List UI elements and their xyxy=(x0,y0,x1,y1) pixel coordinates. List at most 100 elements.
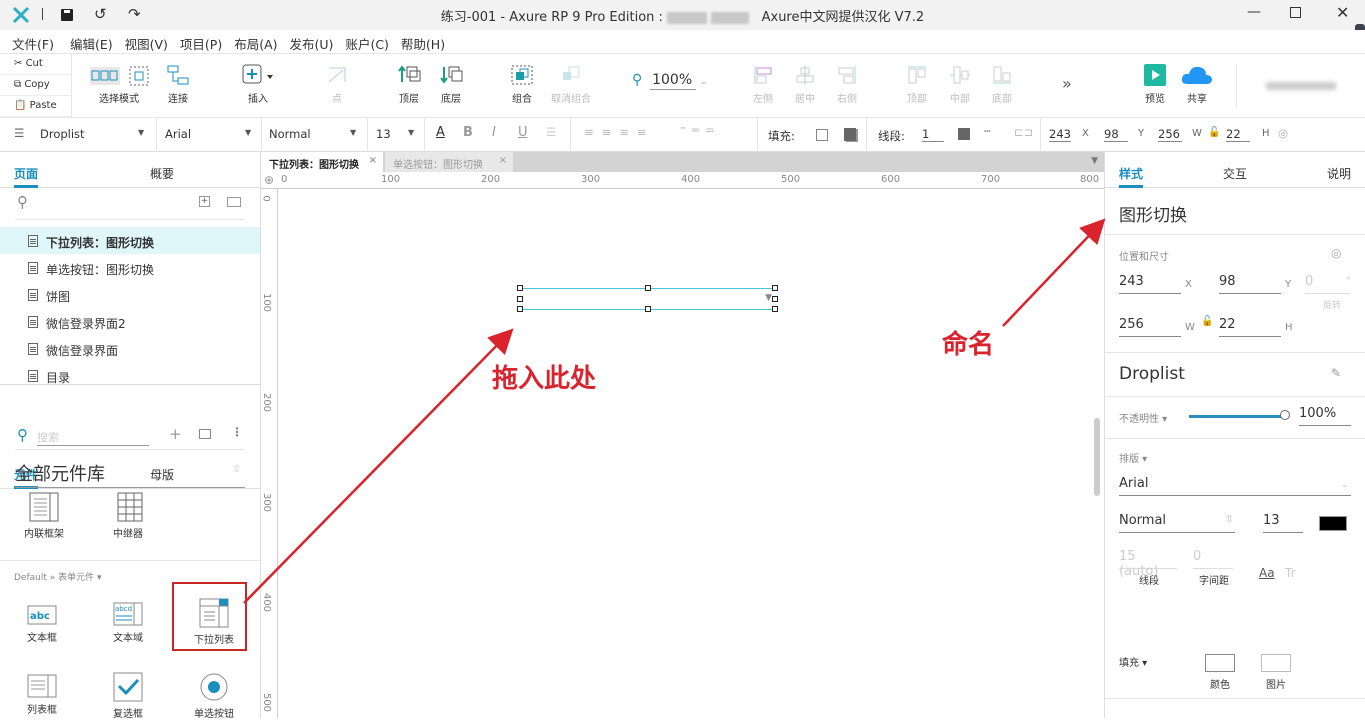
text-color-swatch[interactable] xyxy=(1319,516,1347,531)
widget-list-box[interactable]: 列表框 xyxy=(2,674,82,716)
letter-spacing-field[interactable]: 0 xyxy=(1193,549,1233,569)
close-tab-icon[interactable]: × xyxy=(499,155,507,166)
x-input[interactable]: 243 xyxy=(1049,127,1071,142)
widget-inline-frame[interactable]: 内联框架 xyxy=(4,492,84,540)
copy-button[interactable]: ⧉ Copy xyxy=(0,75,72,96)
visibility-icon[interactable]: ◎ xyxy=(1278,126,1288,140)
fill-menu[interactable]: 填充 ▾ xyxy=(1119,654,1147,669)
paste-button[interactable]: 📋 Paste xyxy=(0,96,72,117)
resize-handle[interactable] xyxy=(517,296,523,302)
typography-menu[interactable]: 排版 ▾ xyxy=(1119,450,1147,465)
align-bottom-button[interactable]: 底部 xyxy=(985,60,1019,105)
resize-handle[interactable] xyxy=(772,296,778,302)
font-color-icon[interactable]: A xyxy=(436,125,445,140)
underline-icon[interactable]: U xyxy=(518,125,528,140)
align-top-button[interactable]: 顶部 xyxy=(900,60,934,105)
fill-image-swatch[interactable] xyxy=(1261,654,1291,672)
resize-handle[interactable] xyxy=(517,285,523,291)
line-height-field[interactable]: 15 (auto) xyxy=(1119,549,1177,579)
tabs-dropdown-icon[interactable]: ▼ xyxy=(1091,156,1098,166)
align-right-button[interactable]: 右侧 xyxy=(830,60,864,105)
x-field[interactable]: 243 xyxy=(1119,274,1181,294)
lock-icon[interactable]: 🔓 xyxy=(1201,316,1213,327)
add-page-icon[interactable]: + xyxy=(199,196,210,207)
italic-icon[interactable]: I xyxy=(492,125,496,140)
size-field[interactable]: 13 xyxy=(1263,513,1303,533)
text-transform-icon[interactable]: Tr xyxy=(1285,566,1296,580)
vertical-align-icons[interactable]: ⁼═= xyxy=(680,123,721,137)
h-input[interactable]: 22 xyxy=(1226,127,1250,142)
close-tab-icon[interactable]: × xyxy=(369,155,377,166)
visibility-icon[interactable]: ◎ xyxy=(1331,246,1341,260)
tab-outline[interactable]: 概要 xyxy=(150,165,174,182)
page-item[interactable]: 饼图 xyxy=(0,281,260,308)
align-center-button[interactable]: 居中 xyxy=(788,60,822,105)
opacity-field[interactable]: 100% xyxy=(1299,406,1351,426)
group-button[interactable]: 组合 xyxy=(505,60,539,105)
text-align-icons[interactable]: ≡≡≡≡ xyxy=(584,125,655,139)
widget-repeater[interactable]: 中继器 xyxy=(88,492,168,540)
design-canvas[interactable] xyxy=(278,189,1104,718)
tab-notes[interactable]: 说明 xyxy=(1327,165,1351,182)
select-mode-button[interactable]: 选择模式 xyxy=(82,60,156,105)
resize-handle[interactable] xyxy=(645,306,651,312)
connect-button[interactable]: 连接 xyxy=(160,60,196,105)
preview-button[interactable]: 预览 xyxy=(1138,60,1172,105)
stroke-width-input[interactable]: 1 xyxy=(922,127,944,142)
cut-button[interactable]: ✂ Cut xyxy=(0,54,72,75)
add-library-icon[interactable]: + xyxy=(169,425,182,443)
menu-file[interactable]: 文件(F) xyxy=(0,30,62,53)
arrow-style-icon[interactable]: ⊏⊐ xyxy=(1014,125,1033,139)
resize-handle[interactable] xyxy=(517,306,523,312)
weight-select[interactable]: Normal xyxy=(1119,513,1235,533)
ungroup-button[interactable]: 取消组合 xyxy=(548,60,594,105)
y-field[interactable]: 98 xyxy=(1219,274,1281,294)
shadow-swatch[interactable] xyxy=(844,128,856,141)
fill-color-swatch[interactable] xyxy=(1205,654,1235,672)
menu-help[interactable]: 帮助(H) xyxy=(397,30,453,53)
menu-account[interactable]: 账户(C) xyxy=(341,30,396,53)
library-select[interactable]: 全部元件库 ⇳ xyxy=(15,460,245,488)
widget-type-select[interactable]: Droplist xyxy=(40,127,85,141)
opacity-menu[interactable]: 不透明性 ▾ xyxy=(1119,410,1167,425)
w-input[interactable]: 256 xyxy=(1158,127,1182,142)
menu-view[interactable]: 视图(V) xyxy=(121,30,176,53)
resize-handle[interactable] xyxy=(645,285,651,291)
user-account[interactable] xyxy=(1266,82,1336,90)
page-item[interactable]: 单选按钮：图形切换 xyxy=(0,254,260,281)
page-item[interactable]: 下拉列表：图形切换 xyxy=(0,227,260,254)
w-field[interactable]: 256 xyxy=(1119,317,1181,337)
opacity-slider[interactable] xyxy=(1189,415,1285,418)
fill-color-swatch[interactable] xyxy=(816,129,828,141)
tab-interactions[interactable]: 交互 xyxy=(1223,165,1247,182)
align-left-button[interactable]: 左侧 xyxy=(746,60,780,105)
align-middle-button[interactable]: 中部 xyxy=(943,60,977,105)
tab-style[interactable]: 样式 xyxy=(1119,165,1143,182)
font-weight-select[interactable]: Normal xyxy=(269,127,311,141)
add-folder-icon[interactable] xyxy=(227,197,241,207)
menu-publish[interactable]: 发布(U) xyxy=(286,30,342,53)
page-item[interactable]: 微信登录界面 xyxy=(0,335,260,362)
canvas-scrollbar[interactable] xyxy=(1094,418,1100,496)
bold-icon[interactable]: B xyxy=(463,125,473,140)
menu-layout[interactable]: 布局(A) xyxy=(230,30,285,53)
y-input[interactable]: 98 xyxy=(1104,127,1128,142)
share-button[interactable]: 共享 xyxy=(1178,60,1216,105)
font-size-select[interactable]: 13 xyxy=(376,127,391,141)
widget-name-input[interactable]: 图形切换 xyxy=(1119,201,1187,226)
page-search[interactable]: ⚲ + xyxy=(15,188,245,220)
doc-tab-active[interactable]: 下拉列表：图形切换 × xyxy=(261,152,383,172)
widget-text-area[interactable]: abcd 文本域 xyxy=(88,602,168,644)
widget-droplist[interactable]: 下拉列表 xyxy=(174,598,254,646)
minimize-icon[interactable]: — xyxy=(1247,4,1261,20)
more-options-icon[interactable]: ⋮ xyxy=(231,425,243,439)
zoom-control[interactable]: ⚲ 100% ⌄ xyxy=(632,72,708,90)
close-icon[interactable]: ✕ xyxy=(1336,3,1349,22)
font-family-select[interactable]: Arial xyxy=(165,127,191,141)
doc-tab[interactable]: 单选按钮：图形切换 × xyxy=(385,152,513,172)
text-case-icon[interactable]: Aa xyxy=(1259,566,1275,580)
widget-text-field[interactable]: abc 文本框 xyxy=(2,604,82,644)
menu-project[interactable]: 项目(P) xyxy=(176,30,230,53)
category-select[interactable]: Default » 表单元件 ▾ xyxy=(14,570,102,583)
point-button[interactable]: 点 xyxy=(320,60,354,105)
